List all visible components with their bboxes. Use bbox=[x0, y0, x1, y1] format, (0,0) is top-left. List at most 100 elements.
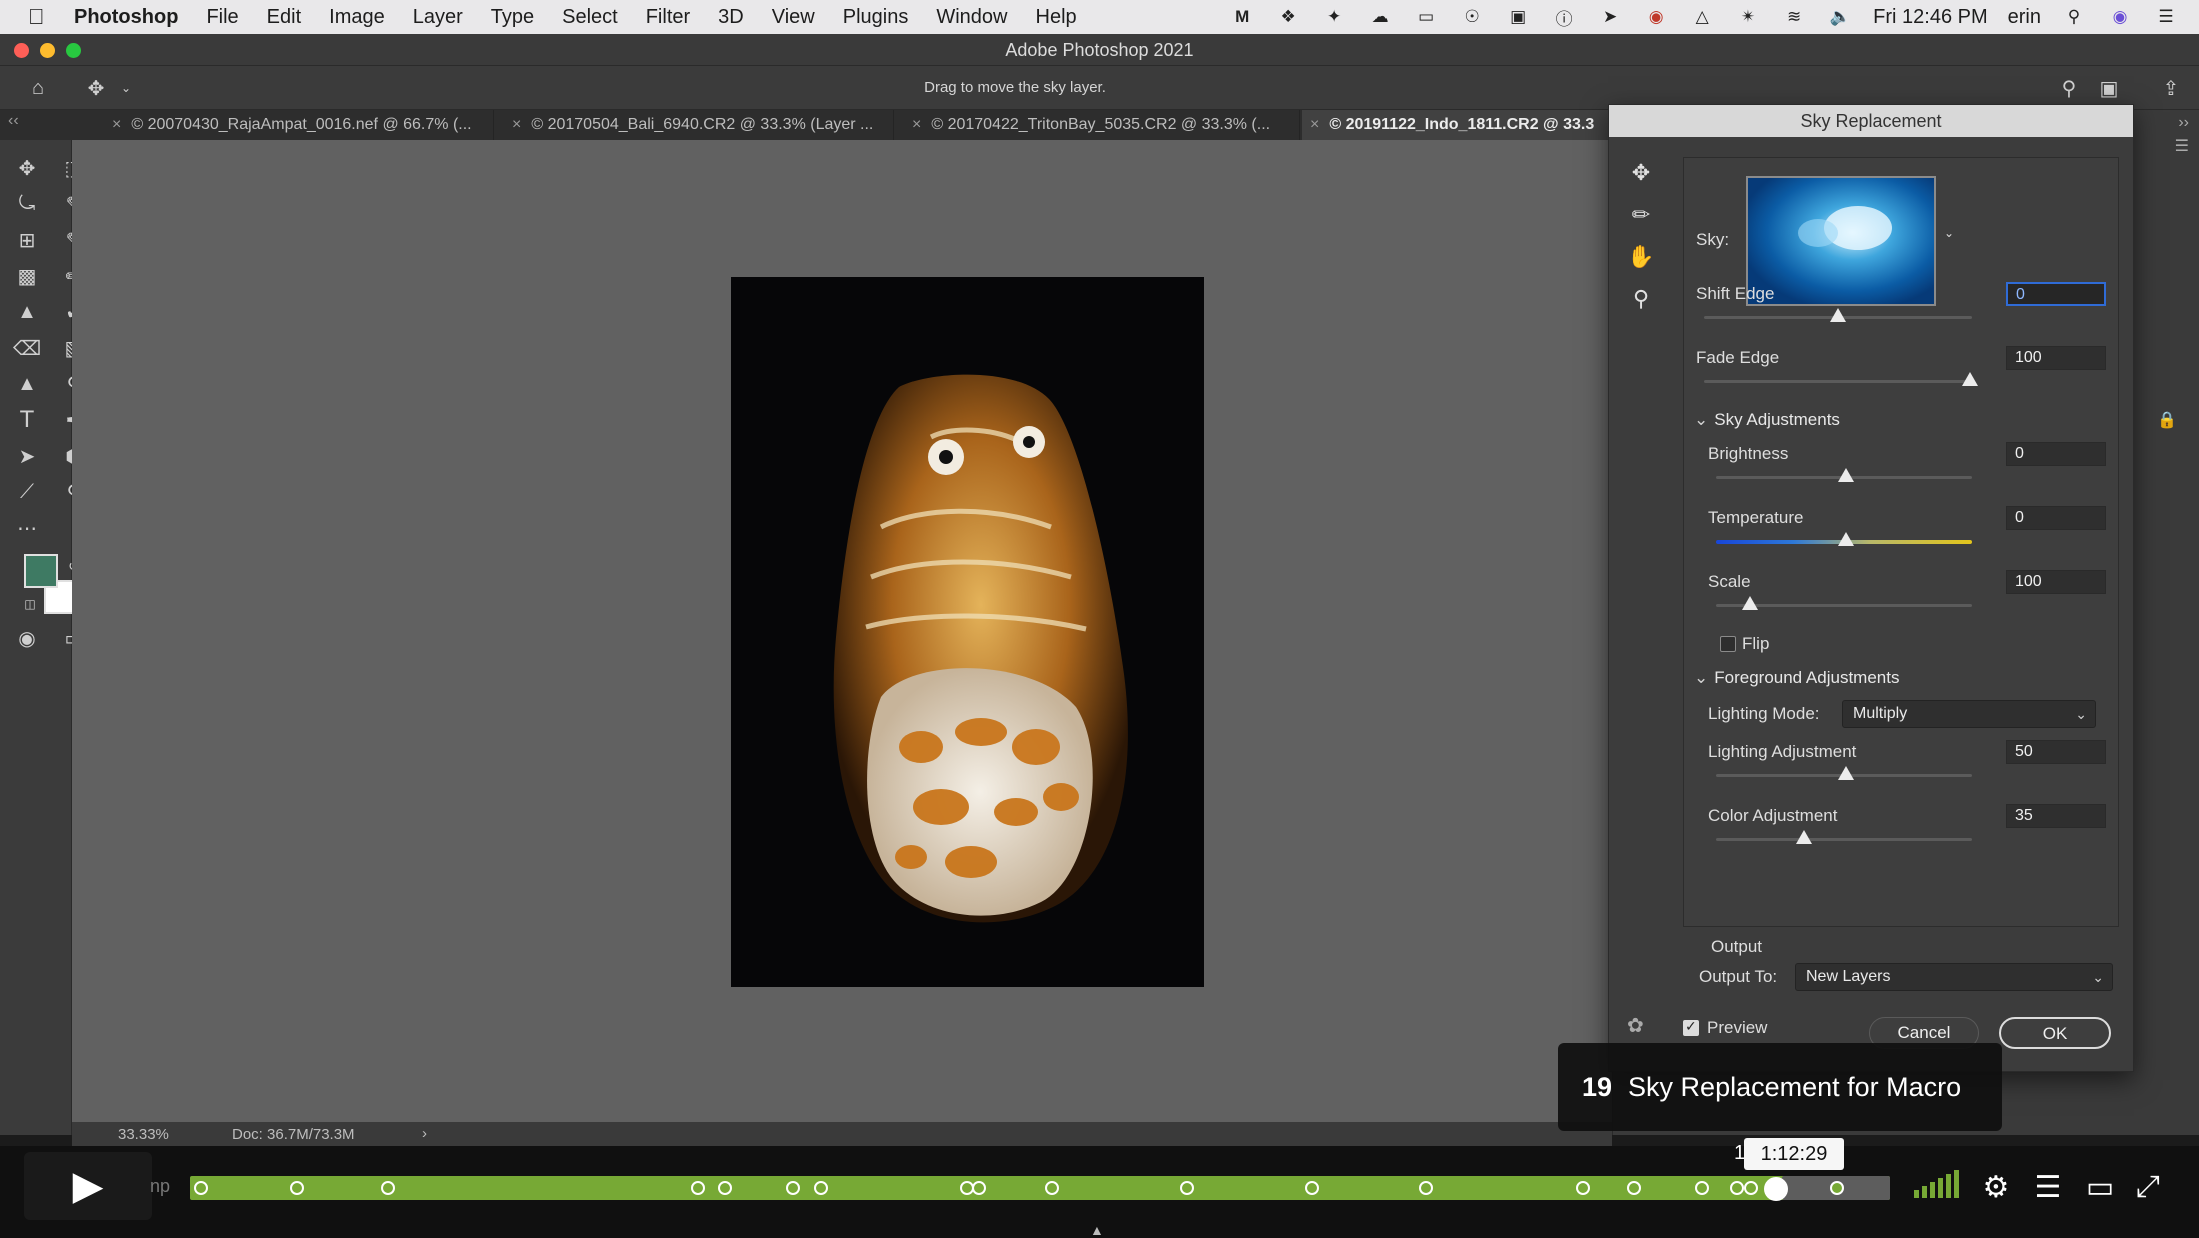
chapter-marker[interactable] bbox=[1695, 1181, 1709, 1195]
spotlight-search-icon[interactable]: ⚲ bbox=[2061, 6, 2087, 28]
menu-help[interactable]: Help bbox=[1036, 6, 1077, 29]
menu-view[interactable]: View bbox=[772, 6, 815, 29]
workspace-icon[interactable]: ▣ bbox=[2095, 74, 2123, 102]
move-sky-icon[interactable]: ✥ bbox=[1623, 155, 1659, 191]
panel-menu-icon[interactable]: ☰ bbox=[2175, 136, 2189, 156]
lasso-tool-icon[interactable]: ⤿ bbox=[13, 190, 41, 218]
chapter-marker[interactable] bbox=[1576, 1181, 1590, 1195]
chapter-marker[interactable] bbox=[1045, 1181, 1059, 1195]
play-button[interactable]: ▶ bbox=[24, 1152, 152, 1220]
blur-tool-icon[interactable]: ▲ bbox=[13, 370, 41, 398]
forward-icon[interactable]: ➤ bbox=[1597, 6, 1623, 28]
chapter-marker[interactable] bbox=[194, 1181, 208, 1195]
scale-slider-thumb[interactable] bbox=[1742, 596, 1758, 610]
move-tool-icon[interactable]: ✥ bbox=[13, 154, 41, 182]
menu-image[interactable]: Image bbox=[329, 6, 385, 29]
m-app-icon[interactable]: M bbox=[1229, 6, 1255, 28]
volume-bars-icon[interactable] bbox=[1914, 1170, 1959, 1206]
lighting-adjustment-input[interactable]: 50 bbox=[2006, 740, 2106, 764]
path-selection-tool-icon[interactable]: ➤ bbox=[13, 442, 41, 470]
sky-adjustments-heading[interactable]: ⌄ Sky Adjustments bbox=[1694, 410, 1840, 430]
zoom-window-button[interactable] bbox=[66, 43, 81, 58]
chapter-marker[interactable] bbox=[814, 1181, 828, 1195]
notification-center-icon[interactable]: ☰ bbox=[2153, 6, 2179, 28]
menu-window[interactable]: Window bbox=[936, 6, 1007, 29]
collapse-panels-icon[interactable]: ‹‹ bbox=[8, 112, 19, 130]
dropbox-alt-icon[interactable]: ✦ bbox=[1321, 6, 1347, 28]
sky-brush-icon[interactable]: ✏ bbox=[1623, 197, 1659, 233]
sky-dropdown-chevron-icon[interactable]: ⌄ bbox=[1944, 226, 1954, 240]
menu-plugins[interactable]: Plugins bbox=[843, 6, 909, 29]
shift-edge-slider-thumb[interactable] bbox=[1830, 308, 1846, 322]
menu-filter[interactable]: Filter bbox=[646, 6, 690, 29]
dropbox-icon[interactable]: ❖ bbox=[1275, 6, 1301, 28]
hand-icon[interactable]: ✋ bbox=[1623, 239, 1659, 275]
expand-panels-icon[interactable]: ›› bbox=[2178, 114, 2189, 132]
document-image[interactable] bbox=[731, 277, 1204, 987]
frame-tool-icon[interactable]: ▩ bbox=[13, 262, 41, 290]
lock-icon[interactable]: 🔒 bbox=[2157, 410, 2177, 430]
chapter-marker[interactable] bbox=[718, 1181, 732, 1195]
zoom-level[interactable]: 33.33% bbox=[118, 1126, 169, 1143]
tab-doc-4[interactable]: × © 20191122_Indo_1811.CR2 @ 33.3 bbox=[1302, 110, 1610, 140]
scale-input[interactable]: 100 bbox=[2006, 570, 2106, 594]
close-tab-icon[interactable]: × bbox=[512, 116, 521, 133]
menubar-clock[interactable]: Fri 12:46 PM bbox=[1873, 6, 1987, 29]
close-tab-icon[interactable]: × bbox=[1310, 116, 1319, 133]
record-icon[interactable]: ◉ bbox=[1643, 6, 1669, 28]
menu-type[interactable]: Type bbox=[491, 6, 534, 29]
foreground-color-swatch[interactable] bbox=[24, 554, 58, 588]
airplay-icon[interactable]: △ bbox=[1689, 6, 1715, 28]
eraser-tool-icon[interactable]: ⌫ bbox=[13, 334, 41, 362]
chapter-marker[interactable] bbox=[1180, 1181, 1194, 1195]
shift-edge-input[interactable]: 0 bbox=[2006, 282, 2106, 306]
temperature-input[interactable]: 0 bbox=[2006, 506, 2106, 530]
chapter-marker[interactable] bbox=[1830, 1181, 1844, 1195]
volume-icon[interactable]: 🔈 bbox=[1827, 6, 1853, 28]
settings-gear-icon[interactable]: ⚙ bbox=[1976, 1170, 2016, 1205]
chapters-list-icon[interactable]: ☰ bbox=[2028, 1170, 2068, 1205]
bluetooth-icon[interactable]: ✴ bbox=[1735, 6, 1761, 28]
more-tools-icon[interactable]: ⋯ bbox=[13, 514, 41, 542]
ok-button[interactable]: OK bbox=[1999, 1017, 2111, 1049]
line-tool-icon[interactable]: ⟋ bbox=[13, 478, 41, 506]
lighting-adjustment-slider-thumb[interactable] bbox=[1838, 766, 1854, 780]
menu-layer[interactable]: Layer bbox=[413, 6, 463, 29]
onepassword-icon[interactable]: ☉ bbox=[1459, 6, 1485, 28]
search-icon[interactable]: ⚲ bbox=[2055, 74, 2083, 102]
clone-stamp-tool-icon[interactable]: ▲ bbox=[13, 298, 41, 326]
preview-checkbox[interactable] bbox=[1683, 1018, 1699, 1036]
color-adjustment-input[interactable]: 35 bbox=[2006, 804, 2106, 828]
dialog-title[interactable]: Sky Replacement bbox=[1609, 105, 2133, 137]
chapter-marker[interactable] bbox=[1627, 1181, 1641, 1195]
menu-edit[interactable]: Edit bbox=[267, 6, 301, 29]
backup-icon[interactable]: ▣ bbox=[1505, 6, 1531, 28]
fade-edge-slider-track[interactable] bbox=[1704, 380, 1972, 383]
chapter-marker[interactable] bbox=[1305, 1181, 1319, 1195]
apple-menu-icon[interactable]:  bbox=[28, 4, 56, 30]
chapter-marker[interactable] bbox=[786, 1181, 800, 1195]
video-playhead[interactable] bbox=[1764, 1177, 1788, 1201]
brightness-input[interactable]: 0 bbox=[2006, 442, 2106, 466]
menu-file[interactable]: File bbox=[206, 6, 238, 29]
type-tool-icon[interactable]: T bbox=[13, 406, 41, 434]
tab-doc-3[interactable]: × © 20170422_TritonBay_5035.CR2 @ 33.3% (… bbox=[904, 110, 1300, 140]
chapter-marker[interactable] bbox=[972, 1181, 986, 1195]
share-icon[interactable]: ⇪ bbox=[2157, 74, 2185, 102]
display-icon[interactable]: ▭ bbox=[1413, 6, 1439, 28]
lighting-mode-select[interactable]: Multiply ⌄ bbox=[1842, 700, 2096, 728]
info-icon[interactable]: ⓘ bbox=[1551, 6, 1577, 29]
sky-thumbnail[interactable] bbox=[1746, 176, 1936, 306]
tab-doc-1[interactable]: × © 20070430_RajaAmpat_0016.nef @ 66.7% (… bbox=[104, 110, 494, 140]
close-window-button[interactable] bbox=[14, 43, 29, 58]
fade-edge-input[interactable]: 100 bbox=[2006, 346, 2106, 370]
expand-up-icon[interactable]: ▲ bbox=[1090, 1222, 1104, 1238]
close-tab-icon[interactable]: × bbox=[912, 116, 921, 133]
menu-select[interactable]: Select bbox=[562, 6, 618, 29]
zoom-icon[interactable]: ⚲ bbox=[1623, 281, 1659, 317]
temperature-slider-thumb[interactable] bbox=[1838, 532, 1854, 546]
menu-photoshop[interactable]: Photoshop bbox=[74, 6, 178, 29]
crop-tool-icon[interactable]: ⊞ bbox=[13, 226, 41, 254]
chapter-marker[interactable] bbox=[290, 1181, 304, 1195]
creative-cloud-icon[interactable]: ☁ bbox=[1367, 6, 1393, 28]
